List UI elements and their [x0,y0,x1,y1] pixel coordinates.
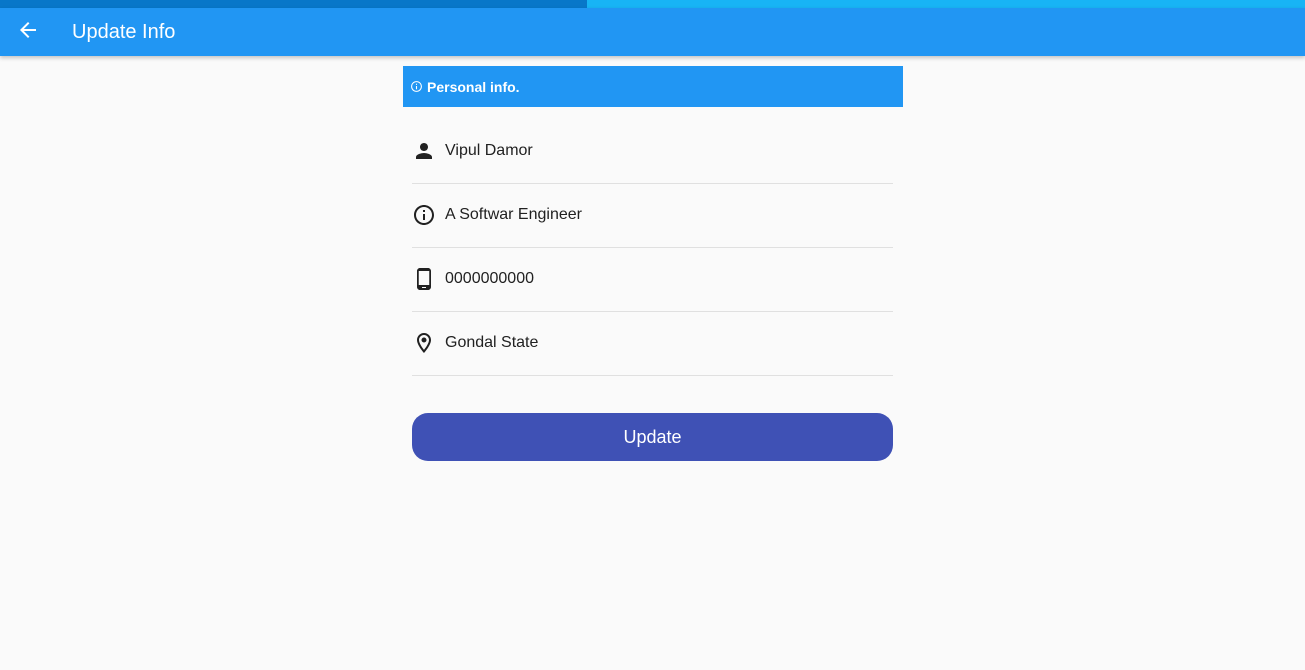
person-icon [412,139,436,163]
app-bar: Update Info [0,8,1305,56]
section-header: Personal info. [403,66,903,107]
loading-progress-bar [0,0,1305,8]
info-outline-icon [410,80,423,93]
location-input[interactable] [445,327,885,358]
back-button[interactable] [0,8,56,56]
location-field [412,312,893,376]
section-title: Personal info. [427,78,520,95]
name-input[interactable] [445,135,885,166]
name-field [412,120,893,184]
bio-input[interactable] [445,199,885,230]
progress-fill [0,0,588,8]
info-outline-icon [412,203,436,227]
phone-android-icon [412,267,436,291]
location-pin-icon [412,331,436,355]
form-container: Personal info. Update [403,66,903,461]
update-button[interactable]: Update [412,413,893,461]
phone-input[interactable] [445,263,885,294]
page-title: Update Info [72,20,176,43]
phone-field [412,248,893,312]
arrow-back-icon [16,18,40,47]
fields-list [412,120,893,376]
bio-field [412,184,893,248]
